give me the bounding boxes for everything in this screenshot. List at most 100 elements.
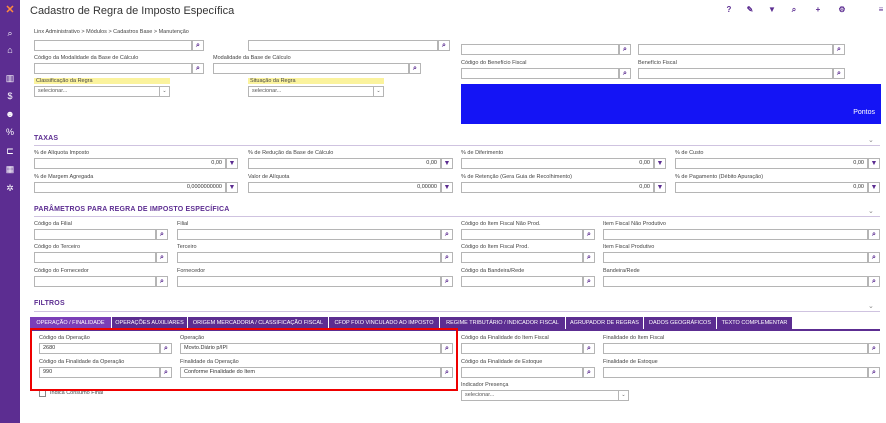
- help-icon[interactable]: ?: [723, 5, 735, 14]
- dollar-icon[interactable]: $: [3, 90, 17, 102]
- search-button[interactable]: ⌕: [409, 63, 421, 74]
- cart-icon[interactable]: ⊏: [3, 145, 17, 157]
- search-button[interactable]: ⌕: [619, 68, 631, 79]
- reducao-field[interactable]: 0,00: [248, 158, 441, 169]
- eraser-icon[interactable]: ✎: [744, 5, 756, 14]
- consumo-final-checkbox[interactable]: [39, 390, 46, 397]
- aliquota-field[interactable]: 0,00: [34, 158, 226, 169]
- cod-terceiro-field[interactable]: [34, 252, 156, 263]
- valor-aliquota-field[interactable]: 0,00000: [248, 182, 441, 193]
- filter-icon[interactable]: ▼: [868, 182, 880, 193]
- cod-item-prod-field[interactable]: [461, 252, 583, 263]
- menu-icon[interactable]: ≡: [875, 5, 886, 14]
- situacao-select[interactable]: selecionar... ⌄: [248, 86, 384, 97]
- fornecedor-field[interactable]: [177, 276, 441, 287]
- diferimento-field[interactable]: 0,00: [461, 158, 654, 169]
- users-icon[interactable]: ☻: [3, 108, 17, 120]
- desc-field-top[interactable]: [248, 40, 438, 51]
- tab-agrupador-regras[interactable]: AGRUPADOR DE REGRAS: [566, 317, 644, 329]
- search-button[interactable]: ⌕: [619, 44, 631, 55]
- search-button[interactable]: ⌕: [156, 276, 168, 287]
- margem-field[interactable]: 0,0000000000: [34, 182, 226, 193]
- filter-icon[interactable]: ▼: [868, 158, 880, 169]
- search-button[interactable]: ⌕: [583, 276, 595, 287]
- fin-item-field[interactable]: [603, 343, 868, 354]
- percent-icon[interactable]: %: [3, 126, 17, 138]
- cod-fornecedor-field[interactable]: [34, 276, 156, 287]
- search-button[interactable]: ⌕: [868, 276, 880, 287]
- indicador-select[interactable]: selecionar... ⌄: [461, 390, 629, 401]
- search-button[interactable]: ⌕: [192, 40, 204, 51]
- cod-beneficio-field[interactable]: [461, 68, 619, 79]
- filter-icon[interactable]: ▼: [226, 182, 238, 193]
- classificacao-select[interactable]: selecionar... ⌄: [34, 86, 170, 97]
- terceiro-field[interactable]: [177, 252, 441, 263]
- chevron-down-icon[interactable]: ⌄: [868, 207, 874, 215]
- search-button[interactable]: ⌕: [441, 252, 453, 263]
- search-button[interactable]: ⌕: [868, 252, 880, 263]
- gear-icon[interactable]: ⚙: [836, 5, 848, 14]
- cod-item-nao-prod-label: Código do Item Fiscal Não Prod.: [461, 221, 541, 227]
- search-button[interactable]: ⌕: [868, 343, 880, 354]
- calculator-icon[interactable]: ▦: [3, 163, 17, 175]
- filter-icon[interactable]: ▼: [441, 158, 453, 169]
- beneficio-field[interactable]: [638, 68, 833, 79]
- search-button[interactable]: ⌕: [156, 229, 168, 240]
- cod-field-top[interactable]: [34, 40, 192, 51]
- item-nao-prod-field[interactable]: [603, 229, 868, 240]
- item-prod-field[interactable]: [603, 252, 868, 263]
- filter-icon[interactable]: ▼: [226, 158, 238, 169]
- custo-field[interactable]: 0,00: [675, 158, 868, 169]
- page-title: Cadastro de Regra de Imposto Específica: [30, 5, 235, 17]
- search-button[interactable]: ⌕: [833, 68, 845, 79]
- search-button[interactable]: ⌕: [583, 229, 595, 240]
- filial-field[interactable]: [177, 229, 441, 240]
- search-button[interactable]: ⌕: [583, 343, 595, 354]
- chart-icon[interactable]: ▥: [3, 72, 17, 84]
- filter-icon[interactable]: ▼: [441, 182, 453, 193]
- search-button[interactable]: ⌕: [833, 44, 845, 55]
- item-nao-prod-label: Item Fiscal Não Produtivo: [603, 221, 666, 227]
- modalidade-field[interactable]: [213, 63, 409, 74]
- desc-field-top-right[interactable]: [638, 44, 833, 55]
- filter-icon[interactable]: ▼: [654, 158, 666, 169]
- cod-bandeira-field[interactable]: [461, 276, 583, 287]
- settings-icon[interactable]: ✲: [3, 182, 17, 194]
- chevron-down-icon[interactable]: ⌄: [868, 136, 874, 144]
- chevron-down-icon[interactable]: ⌄: [868, 302, 874, 310]
- add-icon[interactable]: +: [812, 5, 824, 14]
- search-button[interactable]: ⌕: [583, 367, 595, 378]
- tab-regime-tributario[interactable]: REGIME TRIBUTÁRIO / INDICADOR FISCAL: [440, 317, 566, 329]
- cod-fornecedor-label: Código do Fornecedor: [34, 268, 89, 274]
- brand-logo-icon: ✕: [5, 4, 15, 16]
- cod-bandeira-label: Código da Bandeira/Rede: [461, 268, 525, 274]
- filter-icon[interactable]: ▼: [766, 5, 778, 14]
- search-button[interactable]: ⌕: [868, 229, 880, 240]
- cod-item-nao-prod-field[interactable]: [461, 229, 583, 240]
- search-button[interactable]: ⌕: [868, 367, 880, 378]
- search-button[interactable]: ⌕: [438, 40, 450, 51]
- home-icon[interactable]: ⌂: [3, 44, 17, 56]
- top-header: Cadastro de Regra de Imposto Específica …: [20, 0, 886, 22]
- tab-dados-geograficos[interactable]: DADOS GEOGRÁFICOS: [644, 317, 717, 329]
- tab-texto-complementar[interactable]: TEXTO COMPLEMENTAR: [717, 317, 793, 329]
- divider: [34, 145, 880, 146]
- search-button[interactable]: ⌕: [156, 252, 168, 263]
- cod-fin-item-field[interactable]: [461, 343, 583, 354]
- cod-filial-field[interactable]: [34, 229, 156, 240]
- search-icon[interactable]: ⌕: [3, 27, 17, 39]
- bandeira-field[interactable]: [603, 276, 868, 287]
- cod-filial-label: Código da Filial: [34, 221, 72, 227]
- search-button[interactable]: ⌕: [441, 276, 453, 287]
- search-button[interactable]: ⌕: [441, 229, 453, 240]
- retencao-field[interactable]: 0,00: [461, 182, 654, 193]
- search-button[interactable]: ⌕: [583, 252, 595, 263]
- search-icon[interactable]: ⌕: [788, 5, 800, 15]
- pagamento-field[interactable]: 0,00: [675, 182, 868, 193]
- cod-modalidade-field[interactable]: [34, 63, 192, 74]
- cod-field-top-right[interactable]: [461, 44, 619, 55]
- filter-icon[interactable]: ▼: [654, 182, 666, 193]
- cod-fin-estoque-field[interactable]: [461, 367, 583, 378]
- search-button[interactable]: ⌕: [192, 63, 204, 74]
- fin-estoque-field[interactable]: [603, 367, 868, 378]
